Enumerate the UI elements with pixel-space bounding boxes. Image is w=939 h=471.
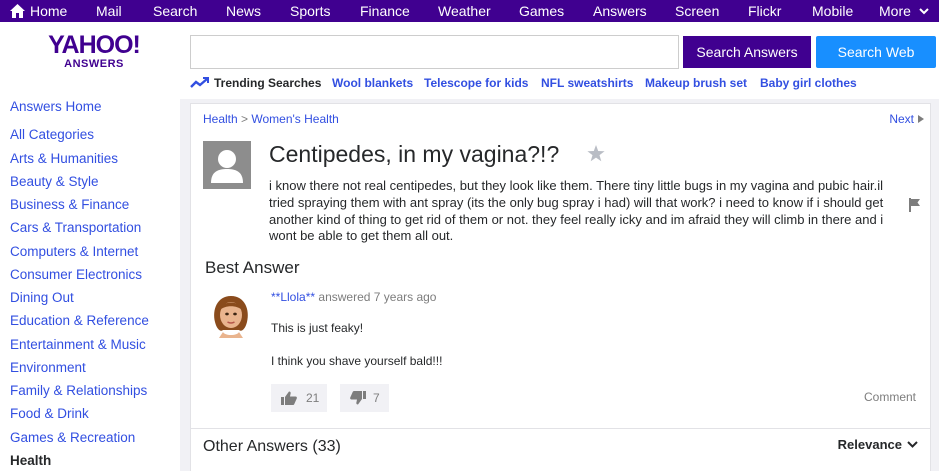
nav-home[interactable]: Home xyxy=(10,3,67,19)
breadcrumb-womens-health[interactable]: Women's Health xyxy=(251,112,338,126)
category-sidebar: Answers Home All Categories Arts & Human… xyxy=(0,99,180,471)
trending-link[interactable]: Baby girl clothes xyxy=(760,76,857,90)
thumbs-down-button[interactable]: 7 xyxy=(340,384,389,412)
trending-icon xyxy=(190,77,209,88)
default-user-icon xyxy=(203,141,251,189)
thumbs-up-icon xyxy=(281,391,297,405)
thumbs-up-count: 21 xyxy=(306,391,320,405)
question-body: i know there not real centipedes, but th… xyxy=(269,178,884,244)
trending-link[interactable]: NFL sweatshirts xyxy=(541,76,633,90)
answer-time: answered 7 years ago xyxy=(318,290,437,304)
nav-screen[interactable]: Screen xyxy=(675,3,719,19)
thumbs-down-icon xyxy=(350,391,366,405)
nav-finance[interactable]: Finance xyxy=(360,3,410,19)
sidebar-item-family[interactable]: Family & Relationships xyxy=(10,383,147,398)
sidebar-item-cars[interactable]: Cars & Transportation xyxy=(10,220,141,235)
search-input[interactable] xyxy=(190,35,679,69)
logo-sub: ANSWERS xyxy=(64,58,124,70)
sidebar-item-health[interactable]: Health xyxy=(10,453,51,468)
divider xyxy=(191,428,930,429)
other-answers-heading: Other Answers (33) xyxy=(203,438,341,455)
nav-more[interactable]: More xyxy=(879,3,929,19)
trending-link[interactable]: Makeup brush set xyxy=(645,76,747,90)
nav-weather[interactable]: Weather xyxy=(438,3,491,19)
triangle-right-icon xyxy=(918,115,924,123)
top-nav: Home Mail Search News Sports Finance Wea… xyxy=(0,0,939,22)
trending-link[interactable]: Wool blankets xyxy=(332,76,413,90)
home-icon xyxy=(10,4,25,18)
nav-mobile[interactable]: Mobile xyxy=(812,3,853,19)
answerer-avatar[interactable] xyxy=(209,292,253,338)
sidebar-item-computers[interactable]: Computers & Internet xyxy=(10,244,138,259)
sidebar-item-arts[interactable]: Arts & Humanities xyxy=(10,151,118,166)
sidebar-item-electronics[interactable]: Consumer Electronics xyxy=(10,267,142,282)
thumbs-down-count: 7 xyxy=(373,391,380,405)
nav-sports[interactable]: Sports xyxy=(290,3,330,19)
search-answers-button[interactable]: Search Answers xyxy=(683,36,811,68)
sidebar-item-all-categories[interactable]: All Categories xyxy=(10,127,94,142)
sort-relevance-dropdown[interactable]: Relevance xyxy=(838,437,918,452)
sidebar-item-answers-home[interactable]: Answers Home xyxy=(10,99,102,114)
sidebar-item-dining[interactable]: Dining Out xyxy=(10,290,74,305)
answerer-name[interactable]: **Llola** xyxy=(271,290,315,304)
asker-avatar[interactable] xyxy=(203,141,251,189)
thumbs-up-button[interactable]: 21 xyxy=(271,384,327,412)
answer-text-line: I think you shave yourself bald!!! xyxy=(271,354,443,368)
chevron-down-icon xyxy=(907,441,918,448)
yahoo-answers-logo[interactable]: YAHOO! ANSWERS xyxy=(46,32,142,70)
nav-search[interactable]: Search xyxy=(153,3,197,19)
logo-main: YAHOO! xyxy=(48,31,141,59)
question-card: Health > Women's Health Next Centipedes,… xyxy=(190,103,931,471)
sidebar-item-food[interactable]: Food & Drink xyxy=(10,406,89,421)
answer-meta: **Llola** answered 7 years ago xyxy=(271,290,436,304)
trending-link[interactable]: Telescope for kids xyxy=(424,76,528,90)
nav-answers[interactable]: Answers xyxy=(593,3,647,19)
nav-flickr[interactable]: Flickr xyxy=(748,3,781,19)
question-title: Centipedes, in my vagina?!? xyxy=(269,141,560,167)
trending-label: Trending Searches xyxy=(214,76,322,90)
sidebar-item-education[interactable]: Education & Reference xyxy=(10,313,149,328)
sidebar-item-environment[interactable]: Environment xyxy=(10,360,86,375)
answer-text-line: This is just feaky! xyxy=(271,321,364,335)
breadcrumb: Health > Women's Health xyxy=(203,112,339,126)
sidebar-item-business[interactable]: Business & Finance xyxy=(10,197,129,212)
comment-link[interactable]: Comment xyxy=(864,390,916,404)
nav-news[interactable]: News xyxy=(226,3,261,19)
breadcrumb-health[interactable]: Health xyxy=(203,112,238,126)
nav-mail[interactable]: Mail xyxy=(96,3,122,19)
search-web-button[interactable]: Search Web xyxy=(816,36,936,68)
chevron-down-icon xyxy=(919,8,929,15)
breadcrumb-separator: > xyxy=(241,112,249,126)
flag-icon[interactable] xyxy=(909,198,921,212)
sidebar-item-games[interactable]: Games & Recreation xyxy=(10,430,135,445)
header: YAHOO! ANSWERS Search Answers Search Web… xyxy=(0,22,939,99)
sidebar-item-beauty[interactable]: Beauty & Style xyxy=(10,174,99,189)
sidebar-item-entertainment[interactable]: Entertainment & Music xyxy=(10,337,146,352)
star-icon[interactable] xyxy=(587,145,605,162)
best-answer-heading: Best Answer xyxy=(205,258,300,277)
next-question-link[interactable]: Next xyxy=(889,112,924,126)
nav-games[interactable]: Games xyxy=(519,3,564,19)
